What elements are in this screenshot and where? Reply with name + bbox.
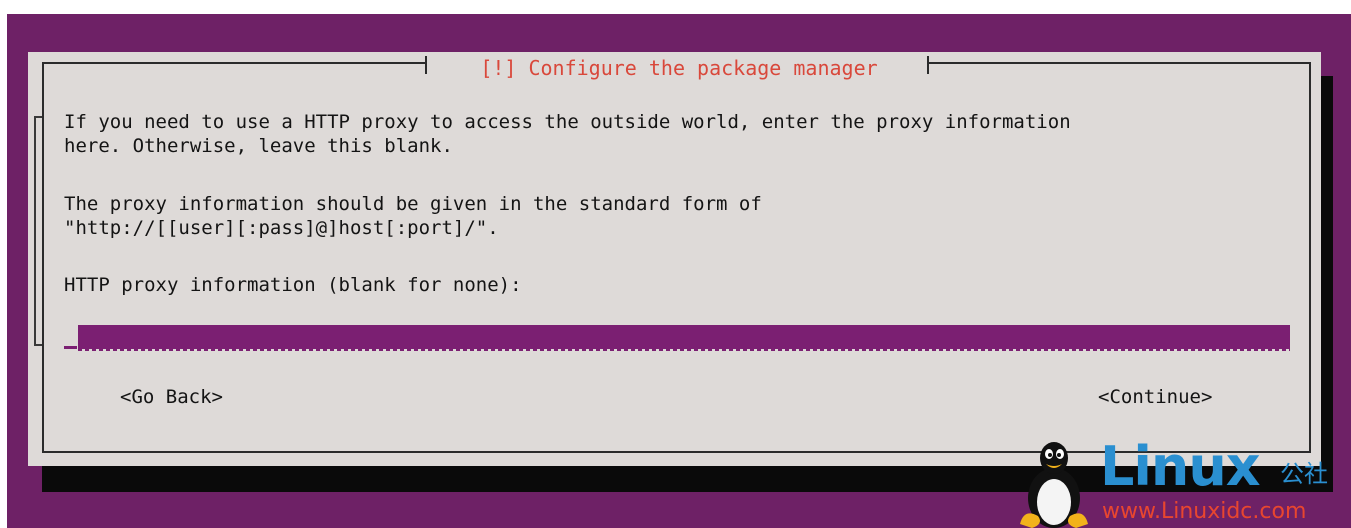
- scroll-indicator-top: [34, 116, 42, 118]
- dialog-frame-top-left: [42, 62, 425, 64]
- continue-button[interactable]: <Continue>: [1098, 385, 1212, 409]
- watermark-suffix: 公社: [1280, 460, 1328, 488]
- proxy-prompt-label: HTTP proxy information (blank for none):: [64, 274, 522, 296]
- dialog-frame-right: [1309, 62, 1311, 453]
- title-bracket-left: [425, 56, 427, 74]
- scroll-indicator: [34, 116, 36, 346]
- description-line: If you need to use a HTTP proxy to acces…: [64, 111, 1071, 133]
- dialog-title: [!] Configure the package manager: [480, 56, 878, 80]
- input-cursor: [64, 346, 77, 349]
- proxy-input[interactable]: [78, 325, 1290, 349]
- go-back-button[interactable]: <Go Back>: [120, 385, 223, 409]
- watermark-url: www.Linuxidc.com: [1102, 499, 1307, 524]
- scroll-indicator-bottom: [34, 344, 42, 346]
- dialog-frame-left: [42, 62, 44, 453]
- dialog-frame-top-right: [929, 62, 1311, 64]
- penguin-icon: [1020, 442, 1088, 528]
- format-example: "http://[[user][:pass]@]host[:port]/".: [64, 217, 499, 239]
- watermark-name: Linux: [1100, 435, 1261, 498]
- format-line: The proxy information should be given in…: [64, 193, 762, 215]
- watermark: Linux 公社 www.Linuxidc.com: [1010, 438, 1351, 528]
- description-line: here. Otherwise, leave this blank.: [64, 135, 453, 157]
- title-bracket-right: [927, 56, 929, 74]
- input-underline: [78, 349, 1290, 351]
